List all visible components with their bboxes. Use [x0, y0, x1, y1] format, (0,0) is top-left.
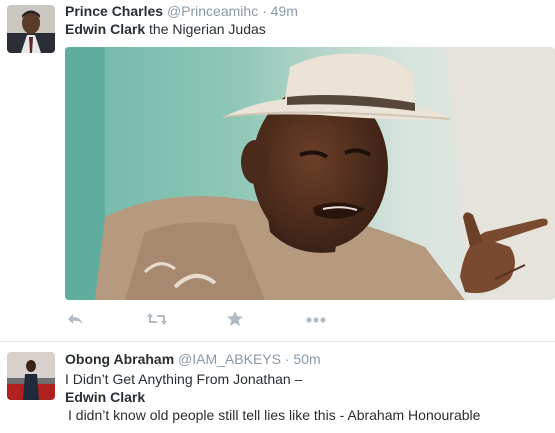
tweet-1: Prince Charles @Princeamihc · 49m Edwin …	[0, 0, 555, 340]
timestamp[interactable]: 50m	[293, 351, 320, 367]
tweet-header: Prince Charles @Princeamihc · 49m	[65, 2, 298, 20]
tweet-text-line-3: I didn’t know old people still tell lies…	[68, 407, 481, 423]
separator: ·	[262, 3, 267, 19]
tweet-header: Obong Abraham @IAM_ABKEYS · 50m	[65, 350, 321, 368]
favorite-icon[interactable]	[225, 309, 247, 329]
tweet-text-line-1: I Didn’t Get Anything From Jonathan –	[65, 371, 303, 387]
author-handle[interactable]: @IAM_ABKEYS	[178, 351, 281, 367]
author-handle[interactable]: @Princeamihc	[167, 3, 258, 19]
tweet-photo[interactable]	[65, 47, 555, 300]
timestamp[interactable]: 49m	[271, 3, 298, 19]
reply-icon[interactable]	[65, 309, 87, 329]
tweet-text: Edwin Clark the Nigerian Judas	[65, 20, 266, 38]
avatar-image	[7, 5, 55, 53]
separator: ·	[284, 351, 290, 367]
retweet-icon[interactable]	[146, 309, 168, 329]
avatar-image	[7, 352, 55, 400]
author-name[interactable]: Prince Charles	[65, 3, 163, 19]
tweet-text-rest: the Nigerian Judas	[145, 21, 266, 37]
tweet-actions	[65, 309, 365, 329]
more-icon[interactable]	[305, 309, 327, 329]
avatar-obong-abraham[interactable]	[7, 352, 55, 400]
tweet-text-line-2: Edwin Clark	[65, 389, 146, 405]
avatar-prince-charles[interactable]	[7, 5, 55, 53]
photo-man-in-hat	[65, 47, 555, 300]
author-name[interactable]: Obong Abraham	[65, 351, 174, 367]
tweet-2: Obong Abraham @IAM_ABKEYS · 50m I Didn’t…	[0, 342, 555, 433]
tweet-text-bold: Edwin Clark	[65, 21, 146, 37]
